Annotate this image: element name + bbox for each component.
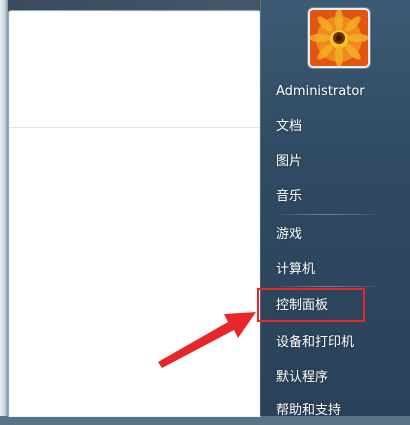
programs-pane-separator xyxy=(9,127,260,128)
control-panel-highlight-box xyxy=(257,288,365,322)
menu-item-devices-printers[interactable]: 设备和打印机 xyxy=(266,329,376,357)
menu-item-pictures[interactable]: 图片 xyxy=(266,148,376,176)
menu-divider xyxy=(272,214,382,215)
menu-item-documents[interactable]: 文档 xyxy=(266,113,376,141)
user-avatar-icon[interactable] xyxy=(308,8,370,68)
menu-item-computer[interactable]: 计算机 xyxy=(266,256,376,284)
menu-item-help-support[interactable]: 帮助和支持 xyxy=(266,397,376,425)
user-name-link[interactable]: Administrator xyxy=(266,78,406,106)
menu-item-music[interactable]: 音乐 xyxy=(266,183,376,211)
menu-divider xyxy=(272,286,382,287)
red-arrow-icon xyxy=(158,312,256,368)
left-edge-border xyxy=(0,0,8,416)
menu-item-games[interactable]: 游戏 xyxy=(266,221,376,249)
menu-item-default-programs[interactable]: 默认程序 xyxy=(266,364,376,392)
